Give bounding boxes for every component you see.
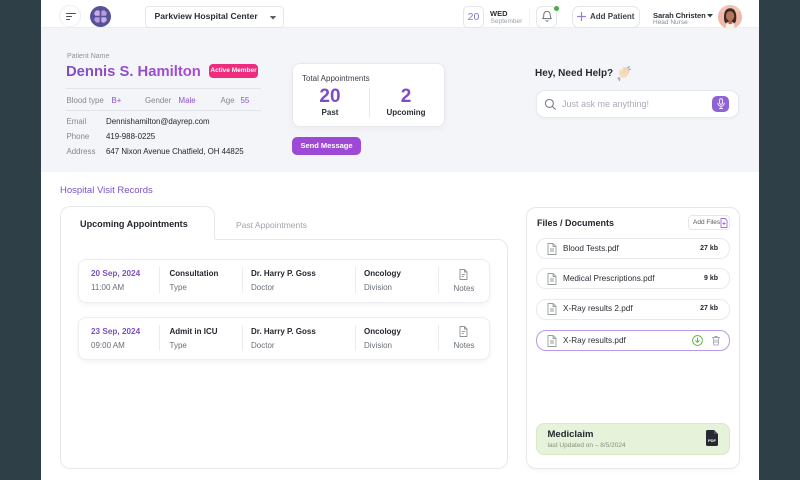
svg-text:PDF: PDF <box>708 438 717 443</box>
